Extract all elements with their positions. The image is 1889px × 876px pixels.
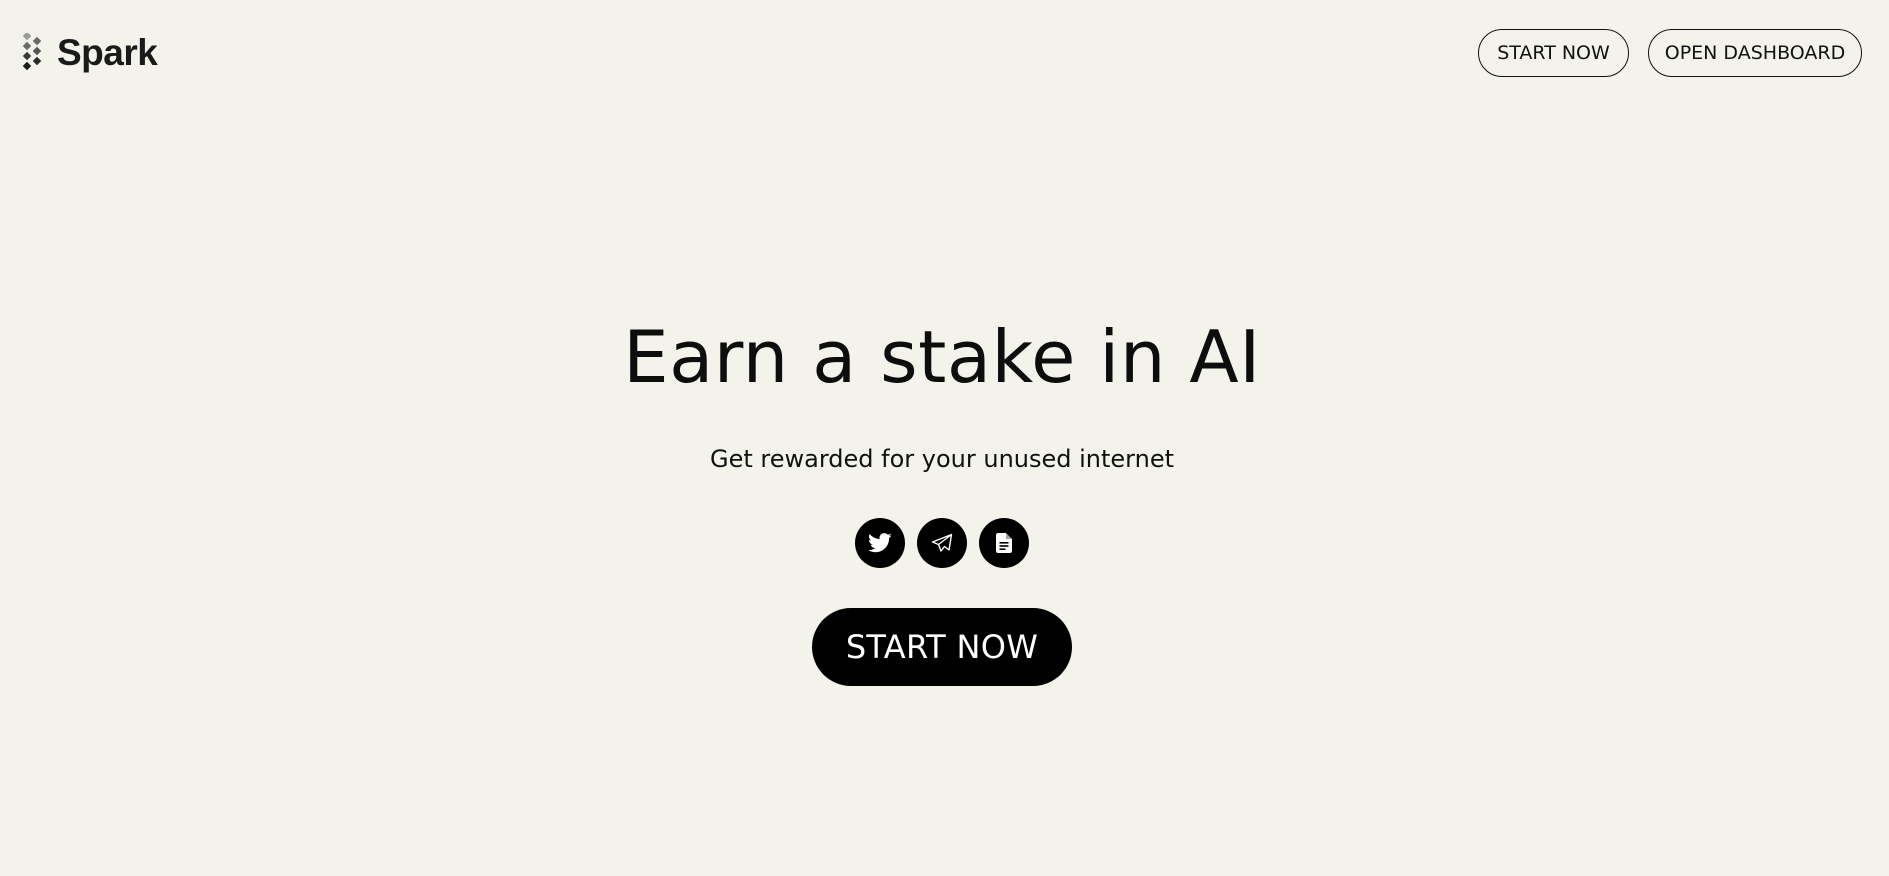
docs-link[interactable] [979, 518, 1029, 568]
telegram-link[interactable] [917, 518, 967, 568]
header-start-now-button[interactable]: START NOW [1478, 29, 1629, 77]
brand-logo-link[interactable]: Spark [21, 31, 158, 73]
twitter-icon [868, 533, 892, 553]
social-links [855, 518, 1029, 568]
hero-start-now-button[interactable]: START NOW [812, 608, 1072, 686]
hero-title: Earn a stake in AI [623, 315, 1261, 399]
open-dashboard-button[interactable]: OPEN DASHBOARD [1648, 29, 1862, 77]
telegram-icon [931, 533, 953, 552]
hero-subtitle: Get rewarded for your unused internet [709, 445, 1175, 473]
top-header: Spark START NOW OPEN DASHBOARD [0, 0, 1889, 106]
document-icon [996, 533, 1012, 553]
landing-page: Spark START NOW OPEN DASHBOARD Earn a st… [0, 0, 1889, 876]
twitter-link[interactable] [855, 518, 905, 568]
brand-name: Spark [57, 31, 158, 73]
diamond-grid-logo-icon [22, 33, 42, 71]
